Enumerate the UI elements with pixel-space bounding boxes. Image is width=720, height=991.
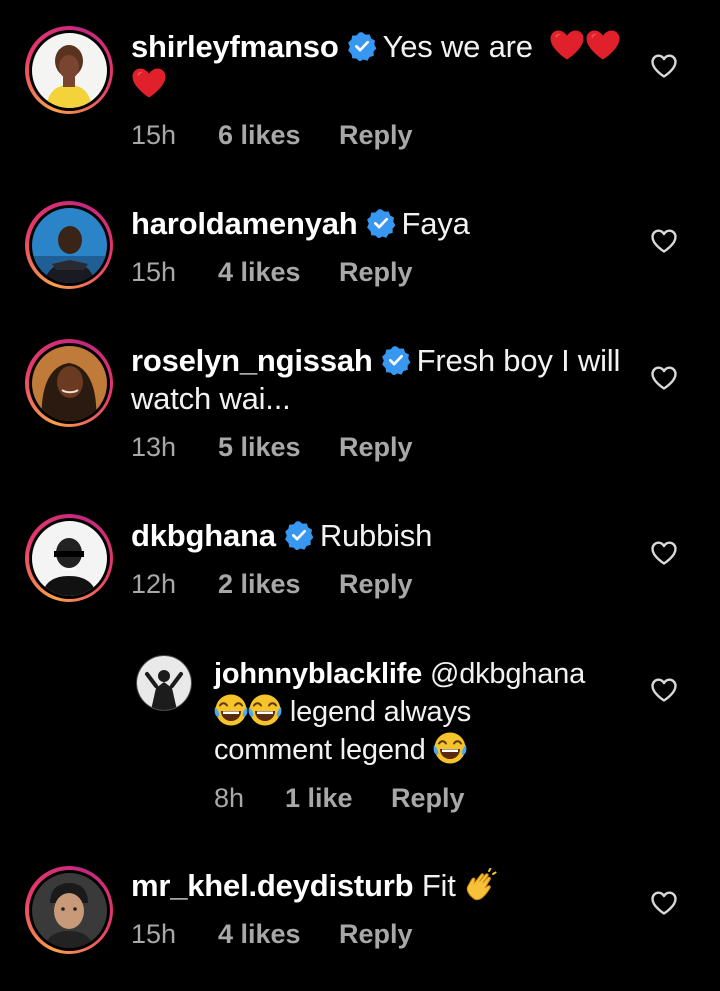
comment-timestamp: 12h xyxy=(131,569,177,599)
verified-badge-icon xyxy=(347,31,377,61)
comment-meta: 15h 4 likes Reply xyxy=(131,919,413,950)
heart-outline-icon[interactable] xyxy=(650,53,678,79)
comment-text: shirleyfmanso Yes we are xyxy=(131,28,631,104)
comment-item: mr_khel.deydisturb Fit 15h 4 likes Reply xyxy=(0,845,720,991)
comment-timestamp: 13h xyxy=(131,432,177,462)
avatar[interactable] xyxy=(25,26,113,114)
comment-username[interactable]: roselyn_ngissah xyxy=(131,343,373,378)
comment-reply-item: johnnyblacklife @dkbghana legend always … xyxy=(0,635,720,845)
red-heart-emoji-icon xyxy=(549,29,585,61)
comment-body: legend always xyxy=(289,696,472,728)
clapping-hands-emoji-icon xyxy=(464,868,498,902)
comment-likes-count[interactable]: 4 likes xyxy=(218,919,339,950)
comment-item: shirleyfmanso Yes we are 15h 6 likes Repl… xyxy=(0,0,720,180)
avatar[interactable] xyxy=(136,655,192,711)
reply-button[interactable]: Reply xyxy=(339,569,413,600)
comment-timestamp: 15h xyxy=(131,120,177,150)
comment-item: dkbghana Rubbish 12h 2 likes Reply xyxy=(0,495,720,635)
comment-likes-count[interactable]: 2 likes xyxy=(218,569,339,600)
comment-likes-count[interactable]: 5 likes xyxy=(218,432,339,463)
comment-body-continued: comment legend xyxy=(214,734,426,766)
avatar-image xyxy=(31,32,107,108)
comment-body: Fresh boy I will xyxy=(416,343,621,378)
laughing-emoji-icon xyxy=(248,693,282,727)
heart-outline-icon[interactable] xyxy=(650,540,678,566)
comment-body: Yes we are xyxy=(382,29,533,64)
comment-text: mr_khel.deydisturb Fit xyxy=(131,867,631,905)
comment-item: haroldamenyah Faya 15h 4 likes Reply xyxy=(0,180,720,320)
avatar-image xyxy=(31,872,107,948)
avatar-image xyxy=(31,520,107,596)
comment-body: Fit xyxy=(421,868,456,903)
verified-badge-icon xyxy=(284,520,314,550)
comment-username[interactable]: haroldamenyah xyxy=(131,206,358,241)
avatar[interactable] xyxy=(25,201,113,289)
verified-badge-icon xyxy=(366,208,396,238)
reply-button[interactable]: Reply xyxy=(339,432,413,463)
comment-body: Faya xyxy=(401,206,470,241)
comment-username[interactable]: johnnyblacklife xyxy=(214,658,422,690)
comment-text: dkbghana Rubbish xyxy=(131,517,631,555)
reply-button[interactable]: Reply xyxy=(339,120,413,151)
avatar-image xyxy=(31,345,107,421)
comment-username[interactable]: dkbghana xyxy=(131,518,276,553)
verified-badge-icon xyxy=(381,345,411,375)
heart-outline-icon[interactable] xyxy=(650,890,678,916)
comment-username[interactable]: shirleyfmanso xyxy=(131,29,339,64)
comment-timestamp: 15h xyxy=(131,919,177,949)
avatar[interactable] xyxy=(25,514,113,602)
reply-button[interactable]: Reply xyxy=(339,919,413,950)
avatar[interactable] xyxy=(25,866,113,954)
red-heart-emoji-icon xyxy=(585,29,621,61)
comment-meta: 13h 5 likes Reply xyxy=(131,432,413,463)
comment-meta: 8h 1 like Reply xyxy=(214,783,465,814)
comment-item: roselyn_ngissah Fresh boy I will watch wa… xyxy=(0,320,720,495)
comment-meta: 15h 6 likes Reply xyxy=(131,120,413,151)
red-heart-emoji-icon xyxy=(131,67,167,99)
comment-username[interactable]: mr_khel.deydisturb xyxy=(131,868,414,903)
comment-body: Rubbish xyxy=(319,518,433,553)
comment-likes-count[interactable]: 6 likes xyxy=(218,120,339,151)
laughing-emoji-icon xyxy=(433,731,467,765)
heart-outline-icon[interactable] xyxy=(650,677,678,703)
comment-text: roselyn_ngissah Fresh boy I will watch wa… xyxy=(131,342,631,418)
comment-likes-count[interactable]: 1 like xyxy=(285,783,391,814)
reply-button[interactable]: Reply xyxy=(391,783,465,814)
avatar-image xyxy=(137,656,191,710)
avatar[interactable] xyxy=(25,339,113,427)
reply-button[interactable]: Reply xyxy=(339,257,413,288)
comment-text: haroldamenyah Faya xyxy=(131,205,631,243)
comment-text: johnnyblacklife @dkbghana legend always … xyxy=(214,655,634,769)
heart-outline-icon[interactable] xyxy=(650,365,678,391)
mention-link[interactable]: @dkbghana xyxy=(430,658,585,690)
comment-timestamp: 8h xyxy=(214,783,245,813)
comment-likes-count[interactable]: 4 likes xyxy=(218,257,339,288)
heart-outline-icon[interactable] xyxy=(650,228,678,254)
comment-timestamp: 15h xyxy=(131,257,177,287)
comment-meta: 15h 4 likes Reply xyxy=(131,257,413,288)
avatar-image xyxy=(31,207,107,283)
comment-meta: 12h 2 likes Reply xyxy=(131,569,413,600)
laughing-emoji-icon xyxy=(214,693,248,727)
comment-body-continued: watch wai... xyxy=(131,381,291,416)
